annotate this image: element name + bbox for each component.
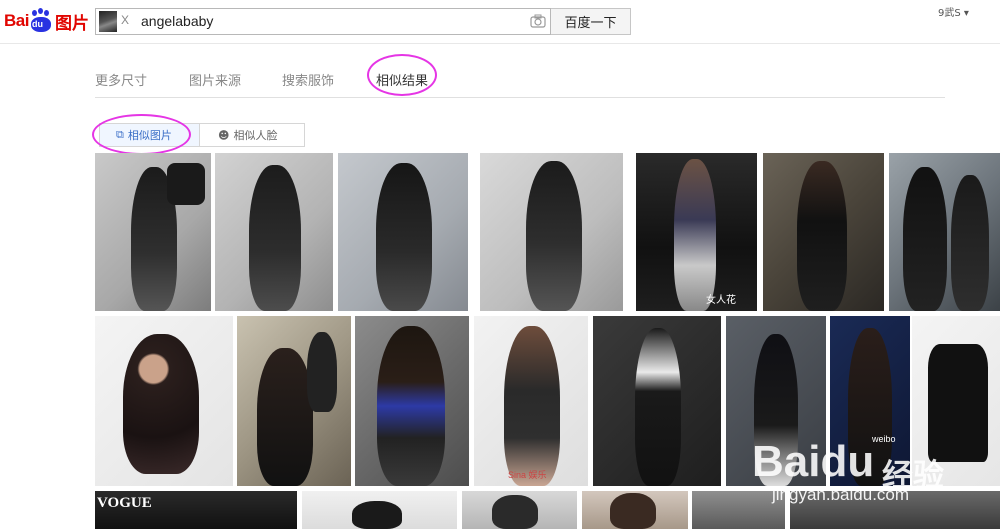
logo-product-text: 图片 — [54, 13, 89, 34]
image-caption: Sina 娱乐 — [508, 470, 547, 480]
remove-thumbnail-button[interactable]: X — [121, 13, 129, 27]
image-caption: VOGUE — [97, 495, 152, 511]
logo-text: Bai — [4, 11, 29, 30]
result-image[interactable] — [95, 153, 211, 311]
search-input[interactable]: angelababy — [141, 13, 213, 29]
tab-search-clothing[interactable]: 搜索服饰 — [282, 70, 334, 89]
annotation-circle-tab — [367, 54, 437, 96]
result-image[interactable] — [302, 491, 457, 529]
result-tabs: 更多尺寸 图片来源 搜索服饰 相似结果 — [95, 54, 945, 98]
annotation-circle-subtab — [92, 114, 191, 155]
result-image[interactable] — [355, 316, 469, 486]
result-image[interactable] — [215, 153, 333, 311]
paw-icon: du — [30, 8, 52, 32]
query-image-thumbnail — [99, 11, 117, 32]
result-image[interactable] — [593, 316, 721, 486]
tab-more-sizes[interactable]: 更多尺寸 — [95, 70, 147, 89]
result-image[interactable]: Sina 娱乐 — [474, 316, 588, 486]
tab-image-source[interactable]: 图片来源 — [189, 70, 241, 89]
result-image[interactable] — [338, 153, 468, 311]
face-icon: ☻ — [218, 128, 230, 142]
result-image[interactable] — [582, 491, 688, 529]
result-image[interactable] — [237, 316, 351, 486]
result-image[interactable] — [889, 153, 1000, 311]
result-image[interactable] — [763, 153, 884, 311]
image-caption: 女人花 — [706, 295, 736, 306]
baidu-logo[interactable]: Bai du 图片 — [4, 6, 89, 36]
camera-icon[interactable] — [530, 14, 546, 28]
top-bar: Bai du 图片 X angelababy 百度一下 9武S ▾ — [0, 0, 1000, 44]
user-menu[interactable]: 9武S ▾ — [938, 4, 969, 19]
result-image[interactable]: VOGUE — [95, 491, 297, 529]
subtab-similar-faces[interactable]: ☻ 相似人脸 — [200, 124, 304, 146]
result-image[interactable] — [462, 491, 577, 529]
subtab-label: 相似人脸 — [233, 129, 278, 142]
result-image[interactable]: 女人花 — [636, 153, 757, 311]
result-image[interactable] — [480, 153, 623, 311]
search-box[interactable]: X angelababy — [95, 8, 551, 35]
logo-du-text: du — [31, 19, 43, 29]
watermark-url: jingyan.baidu.com — [772, 485, 910, 504]
watermark-brand: Baidu — [752, 437, 875, 486]
baidu-jingyan-watermark: Baidu 经验 jingyan.baidu.com — [752, 412, 1000, 529]
search-button[interactable]: 百度一下 — [551, 8, 631, 35]
result-image[interactable] — [95, 316, 233, 486]
